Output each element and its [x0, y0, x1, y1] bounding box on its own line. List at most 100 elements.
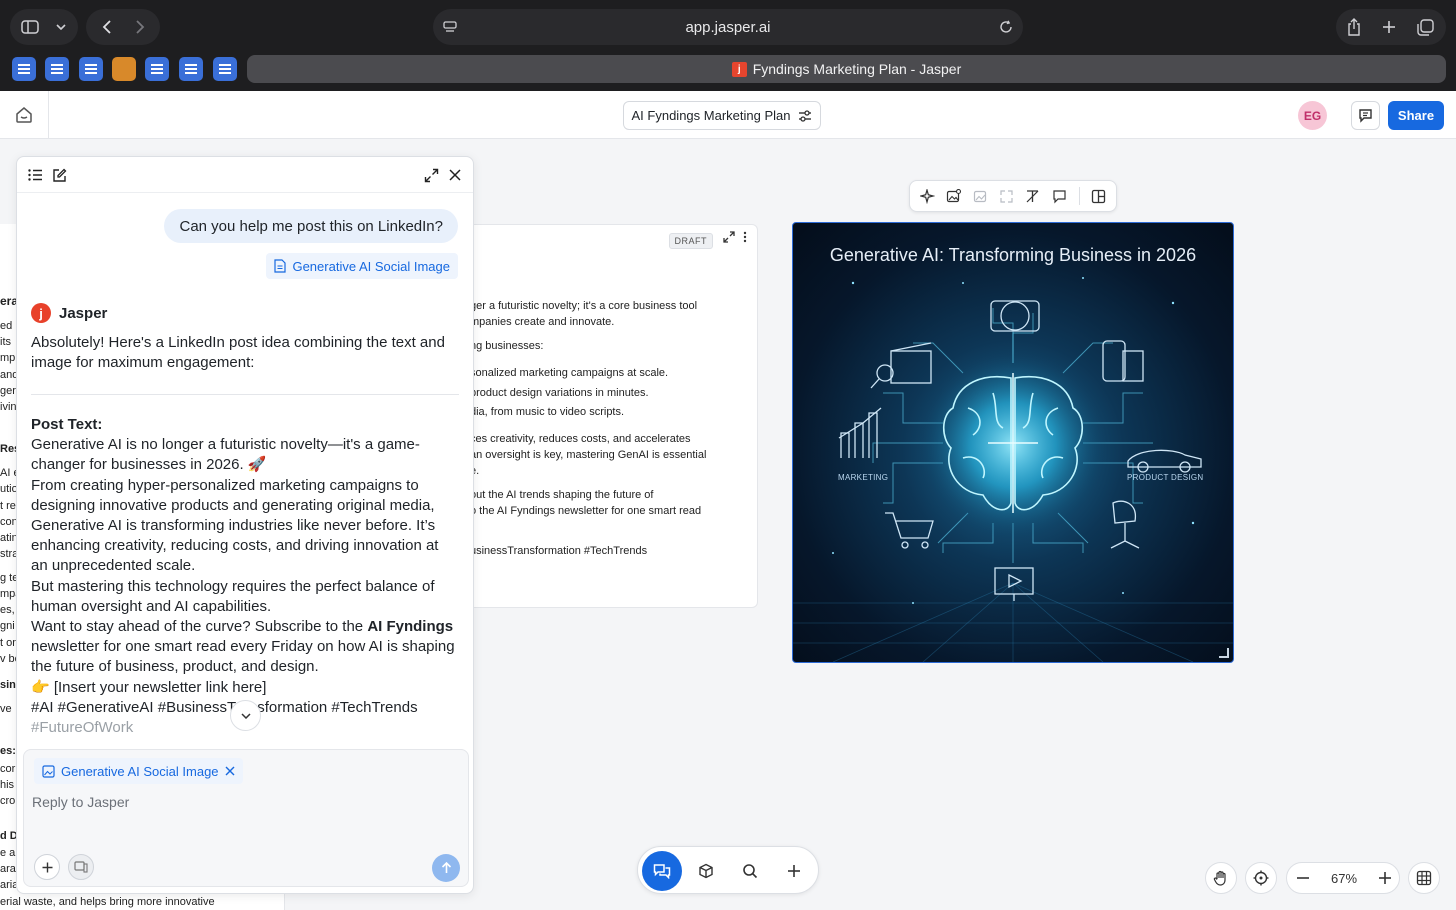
image-icon	[42, 764, 55, 778]
select-context-button[interactable]	[68, 854, 94, 880]
document-icon	[274, 259, 287, 273]
chevron-down-icon[interactable]	[52, 17, 70, 37]
canvas-toolbar	[637, 846, 819, 894]
post-paragraph: 👉 [Insert your newsletter link here]	[31, 678, 267, 696]
user-avatar[interactable]: EG	[1298, 101, 1327, 130]
doc-line: o the AI Fyndings newsletter for one sma…	[470, 505, 702, 517]
pan-tool-button[interactable]	[1205, 862, 1237, 894]
reload-icon[interactable]	[997, 18, 1015, 36]
pinned-tab-docs-icon[interactable]	[12, 57, 36, 81]
chat-bubbles-icon	[653, 864, 671, 879]
chat-composer: Generative AI Social Image Reply to Jasp…	[23, 749, 469, 887]
post-bold-span: AI Fyndings	[367, 618, 454, 636]
new-tab-icon[interactable]	[1379, 17, 1399, 37]
draft-document-card[interactable]: DRAFT ger a futuristic novelty; it's a c…	[455, 224, 758, 608]
sparkle-icon	[919, 188, 935, 204]
scroll-to-bottom-button[interactable]	[230, 700, 261, 731]
crosshair-icon	[1253, 870, 1269, 886]
address-bar[interactable]: app.jasper.ai	[433, 9, 1023, 45]
chat-header	[17, 157, 473, 193]
send-button[interactable]	[432, 854, 460, 882]
components-button[interactable]	[686, 851, 726, 891]
doc-line: ces creativity, reduces costs, and accel…	[470, 433, 691, 445]
post-paragraph: Generative AI is no longer a futuristic …	[31, 436, 420, 474]
sidebar-toggle[interactable]	[10, 9, 78, 45]
image-edit-icon	[947, 188, 962, 202]
grid-view-button[interactable]	[1408, 862, 1440, 894]
layout-button[interactable]	[1088, 184, 1110, 208]
share-button[interactable]: Share	[1388, 101, 1444, 130]
remove-attachment-icon[interactable]	[225, 766, 235, 776]
pinned-tab-notes-icon[interactable]	[213, 57, 237, 81]
home-button[interactable]	[0, 91, 49, 139]
compose-icon	[52, 168, 66, 182]
remove-text-button[interactable]	[1022, 184, 1044, 208]
pinned-tab-docs-icon[interactable]	[145, 57, 169, 81]
new-chat-button[interactable]	[49, 165, 69, 185]
active-tab[interactable]: j Fyndings Marketing Plan - Jasper	[247, 55, 1446, 83]
reply-input[interactable]: Reply to Jasper	[32, 794, 129, 810]
add-button[interactable]	[774, 851, 814, 891]
share-sheet-icon[interactable]	[1344, 17, 1364, 37]
pinned-tab-docs-icon[interactable]	[179, 57, 203, 81]
doc-fragment: ivin	[0, 401, 17, 413]
document-title: AI Fyndings Marketing Plan	[631, 108, 791, 123]
page-menu-icon[interactable]	[441, 18, 459, 36]
doc-fragment: sin	[0, 679, 16, 691]
tab-overview-icon[interactable]	[1415, 17, 1435, 37]
zoom-in-button[interactable]	[1371, 864, 1399, 892]
image-variation-icon	[973, 190, 986, 202]
jasper-favicon-icon: j	[731, 61, 747, 77]
composer-attachment-chip[interactable]: Generative AI Social Image	[34, 758, 243, 784]
pinned-tab-docs-icon[interactable]	[45, 57, 69, 81]
arrow-up-icon	[441, 862, 451, 873]
generated-image[interactable]: Generative AI: Transforming Business in …	[792, 222, 1234, 663]
comment-icon	[1053, 189, 1066, 203]
doc-line: sonalized marketing campaigns at scale.	[470, 367, 669, 379]
doc-line: dia, from music to video scripts.	[470, 406, 625, 418]
resize-handle[interactable]	[1219, 648, 1229, 658]
more-options-icon[interactable]	[743, 231, 747, 243]
cube-icon	[699, 863, 713, 879]
doc-line: mpanies create and innovate.	[470, 316, 615, 328]
zoom-level[interactable]: 67%	[1317, 871, 1371, 886]
chat-mode-button[interactable]	[642, 851, 682, 891]
zoom-out-button[interactable]	[1289, 864, 1317, 892]
comments-button[interactable]	[1351, 101, 1380, 130]
comment-image-button[interactable]	[1048, 184, 1070, 208]
pinned-tab-docs-icon[interactable]	[79, 57, 103, 81]
recenter-button[interactable]	[1245, 862, 1277, 894]
doc-line: an oversight is key, mastering GenAI is …	[470, 449, 707, 461]
plus-icon	[788, 865, 800, 877]
ai-sparkle-button[interactable]	[916, 184, 938, 208]
post-heading: Post Text:	[31, 416, 103, 433]
assistant-header: j Jasper	[31, 303, 107, 323]
add-attachment-button[interactable]	[34, 854, 60, 880]
expand-icon[interactable]	[723, 231, 735, 243]
browser-chrome: app.jasper.ai j Fyndings Marketing Plan …	[0, 0, 1456, 91]
search-icon	[743, 864, 758, 879]
close-chat-button[interactable]	[445, 165, 465, 185]
message-divider	[31, 394, 459, 395]
pinned-tab-avatar-icon[interactable]	[112, 57, 136, 81]
chat-history-button[interactable]	[25, 165, 45, 185]
back-icon[interactable]	[96, 17, 116, 37]
plus-icon	[1379, 872, 1391, 884]
post-text-span: Want to stay ahead of the curve? Subscri…	[31, 618, 368, 636]
expand-chat-button[interactable]	[421, 165, 441, 185]
upscale-icon	[1000, 189, 1013, 203]
edit-image-button[interactable]	[942, 184, 964, 208]
image-variation-button[interactable]	[969, 184, 991, 208]
forward-icon[interactable]	[130, 17, 150, 37]
message-attachment-chip[interactable]: Generative AI Social Image	[266, 253, 458, 279]
doc-fragment: cor	[0, 763, 16, 775]
draft-badge: DRAFT	[668, 233, 713, 249]
document-title-button[interactable]: AI Fyndings Marketing Plan	[623, 101, 821, 130]
home-icon	[16, 107, 32, 123]
list-icon	[27, 169, 42, 181]
upscale-button[interactable]	[995, 184, 1017, 208]
image-label-marketing: MARKETING	[838, 473, 889, 482]
nav-buttons	[86, 9, 160, 45]
image-title-text: Generative AI: Transforming Business in …	[829, 245, 1197, 265]
search-button[interactable]	[730, 851, 770, 891]
